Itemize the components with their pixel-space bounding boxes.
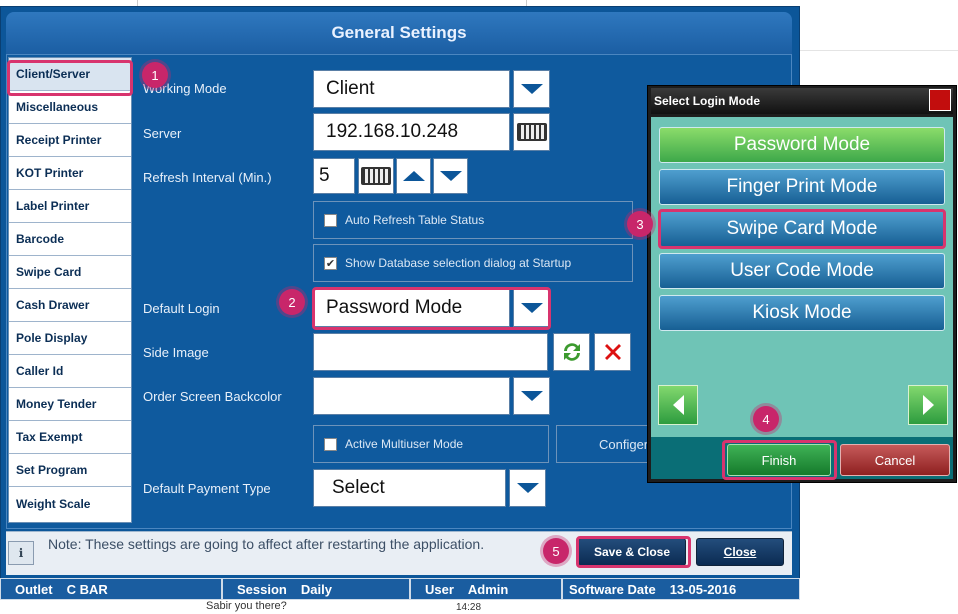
mode-password-button[interactable]: Password Mode	[659, 127, 945, 163]
multiuser-checkbox[interactable]: Active Multiuser Mode	[313, 425, 549, 463]
settings-nav: Client/Server Miscellaneous Receipt Prin…	[8, 57, 132, 523]
close-button[interactable]: Close	[696, 538, 784, 566]
chevron-down-icon	[439, 171, 462, 181]
nav-item-kot-printer[interactable]: KOT Printer	[9, 157, 131, 190]
keyboard-icon	[361, 167, 391, 185]
status-user-label: User	[425, 581, 454, 597]
mode-user-code-button[interactable]: User Code Mode	[659, 253, 945, 289]
save-close-button[interactable]: Save & Close	[578, 538, 686, 566]
dialog-title: General Settings	[6, 12, 792, 54]
nav-item-set-program[interactable]: Set Program	[9, 454, 131, 487]
chat-time: 14:28	[456, 602, 482, 613]
popup-close-button[interactable]	[929, 89, 951, 111]
server-keyboard-button[interactable]	[513, 113, 550, 151]
refresh-image-button[interactable]	[553, 333, 590, 371]
server-input[interactable]: 192.168.10.248	[313, 113, 510, 151]
chevron-down-icon	[520, 84, 543, 94]
status-date-label: Software Date	[569, 581, 656, 597]
default-login-label: Default Login	[143, 301, 220, 316]
nav-item-tax-exempt[interactable]: Tax Exempt	[9, 421, 131, 454]
refresh-increment-button[interactable]	[396, 158, 431, 194]
show-db-dialog-label: Show Database selection dialog at Startu…	[345, 256, 572, 270]
status-user: User Admin	[410, 578, 562, 600]
refresh-interval-label: Refresh Interval (Min.)	[143, 170, 272, 185]
refresh-keyboard-button[interactable]	[358, 158, 394, 194]
side-image-label: Side Image	[143, 345, 209, 360]
status-session-label: Session	[237, 581, 287, 597]
default-login-dropdown-button[interactable]	[513, 289, 550, 327]
status-date: Software Date 13-05-2016	[562, 578, 800, 600]
show-db-dialog-checkbox[interactable]: ✔ Show Database selection dialog at Star…	[313, 244, 633, 282]
working-mode-select[interactable]: Client	[313, 70, 510, 108]
status-session-value: Daily	[300, 581, 332, 597]
step-badge-3: 3	[627, 211, 653, 237]
mode-fingerprint-button[interactable]: Finger Print Mode	[659, 169, 945, 205]
nav-item-swipe-card[interactable]: Swipe Card	[9, 256, 131, 289]
nav-item-receipt-printer[interactable]: Receipt Printer	[9, 124, 131, 157]
arrow-left-icon	[672, 395, 684, 415]
refresh-icon	[563, 343, 580, 361]
side-image-input[interactable]	[313, 333, 548, 371]
info-icon: ℹ	[8, 541, 34, 565]
chevron-up-icon	[402, 171, 425, 181]
order-backcolor-label: Order Screen Backcolor	[143, 389, 282, 404]
auto-refresh-checkbox[interactable]: Auto Refresh Table Status	[313, 201, 633, 239]
close-icon	[604, 344, 621, 360]
finish-button[interactable]: Finish	[727, 444, 831, 476]
nav-item-client-server[interactable]: Client/Server	[9, 58, 131, 91]
step-badge-5: 5	[543, 538, 569, 564]
popup-title: Select Login Mode	[651, 88, 953, 114]
background-chat-line: Sabir you there? 14:28	[190, 598, 490, 614]
server-label: Server	[143, 126, 182, 141]
refresh-interval-input[interactable]: 5	[313, 158, 355, 194]
chevron-down-icon	[520, 391, 543, 401]
checkbox-box	[324, 213, 337, 227]
status-date-value: 13-05-2016	[669, 581, 737, 597]
payment-type-dropdown-button[interactable]	[509, 469, 546, 507]
clear-image-button[interactable]	[594, 333, 631, 371]
default-login-select[interactable]: Password Mode	[313, 289, 510, 327]
popup-next-button[interactable]	[908, 385, 948, 425]
status-outlet-label: Outlet	[15, 581, 53, 597]
working-mode-dropdown-button[interactable]	[513, 70, 550, 108]
status-outlet: Outlet C BAR	[0, 578, 222, 600]
step-badge-1: 1	[142, 62, 168, 88]
mode-swipe-card-button[interactable]: Swipe Card Mode	[659, 211, 945, 247]
status-session: Session Daily	[222, 578, 410, 600]
nav-item-label-printer[interactable]: Label Printer	[9, 190, 131, 223]
status-user-value: Admin	[467, 581, 509, 597]
checkmark-icon: ✔	[324, 256, 337, 270]
payment-type-label: Default Payment Type	[143, 481, 271, 496]
step-badge-2: 2	[279, 289, 305, 315]
status-outlet-value: C BAR	[66, 581, 108, 597]
arrow-right-icon	[922, 395, 934, 415]
multiuser-label: Active Multiuser Mode	[345, 437, 464, 451]
nav-item-weight-scale[interactable]: Weight Scale	[9, 487, 131, 520]
order-backcolor-select[interactable]	[313, 377, 510, 415]
nav-item-caller-id[interactable]: Caller Id	[9, 355, 131, 388]
cancel-button[interactable]: Cancel	[840, 444, 950, 476]
order-backcolor-dropdown-button[interactable]	[513, 377, 550, 415]
mode-kiosk-button[interactable]: Kiosk Mode	[659, 295, 945, 331]
restart-note: Note: These settings are going to affect…	[48, 536, 485, 552]
step-badge-4: 4	[753, 406, 779, 432]
chevron-down-icon	[520, 303, 543, 313]
auto-refresh-label: Auto Refresh Table Status	[345, 213, 485, 227]
keyboard-icon	[516, 123, 547, 141]
chat-message: Sabir you there?	[206, 600, 287, 612]
nav-item-cash-drawer[interactable]: Cash Drawer	[9, 289, 131, 322]
popup-prev-button[interactable]	[658, 385, 698, 425]
status-bar: Outlet C BAR Session Daily User Admin Softw…	[0, 578, 800, 600]
checkbox-box	[324, 437, 337, 451]
nav-item-money-tender[interactable]: Money Tender	[9, 388, 131, 421]
configure-button[interactable]: Configer	[556, 425, 648, 463]
nav-item-miscellaneous[interactable]: Miscellaneous	[9, 91, 131, 124]
refresh-decrement-button[interactable]	[433, 158, 468, 194]
chevron-down-icon	[516, 483, 539, 493]
background-divider	[800, 50, 958, 51]
nav-item-barcode[interactable]: Barcode	[9, 223, 131, 256]
payment-type-select[interactable]: Select	[313, 469, 506, 507]
nav-item-pole-display[interactable]: Pole Display	[9, 322, 131, 355]
